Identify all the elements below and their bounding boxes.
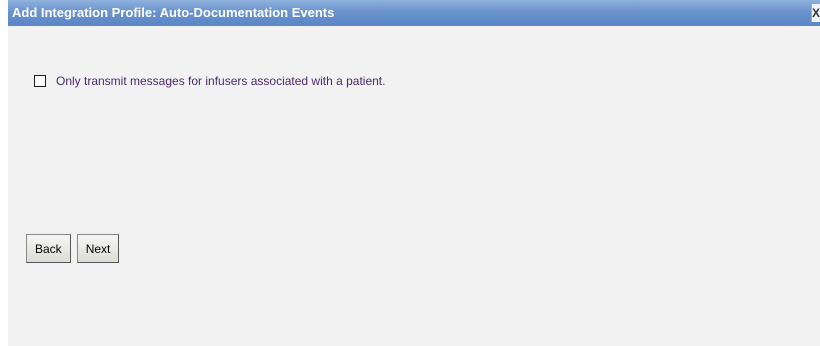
wizard-buttons: Back Next (26, 234, 120, 263)
dialog-title: Add Integration Profile: Auto-Documentat… (12, 5, 335, 20)
back-button[interactable]: Back (26, 234, 71, 263)
close-icon: X (812, 6, 820, 20)
patient-association-option: Only transmit messages for infusers asso… (34, 74, 385, 88)
dialog: Add Integration Profile: Auto-Documentat… (8, 0, 820, 346)
next-button[interactable]: Next (76, 234, 120, 263)
patient-association-checkbox[interactable] (34, 75, 46, 87)
patient-association-label: Only transmit messages for infusers asso… (56, 74, 386, 88)
close-button[interactable]: X (811, 4, 820, 22)
dialog-title-bar: Add Integration Profile: Auto-Documentat… (8, 0, 820, 26)
